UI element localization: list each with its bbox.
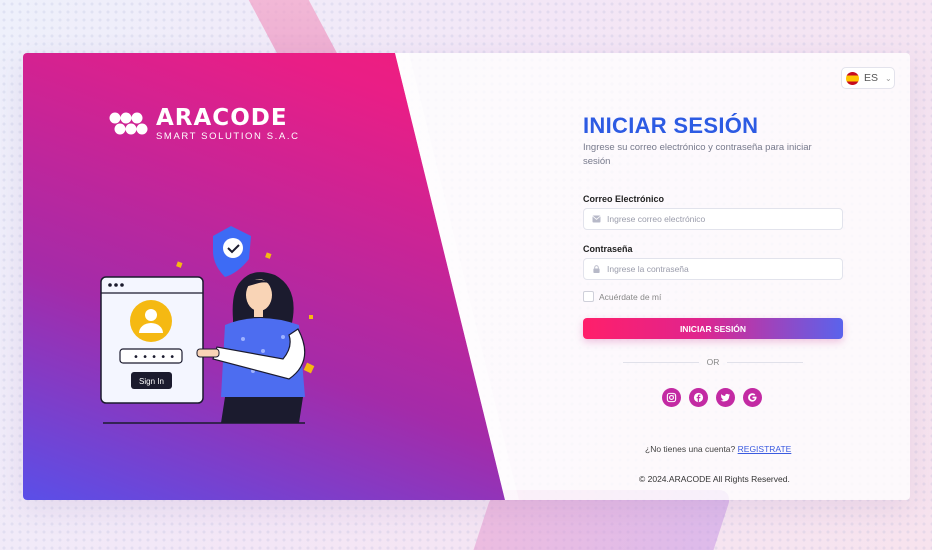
twitter-icon bbox=[720, 393, 731, 402]
login-card: ARACODE SMART SOLUTION S.A.C • • • • • S… bbox=[23, 53, 910, 500]
email-label: Correo Electrónico bbox=[583, 194, 665, 204]
spain-flag-icon bbox=[846, 71, 859, 85]
google-icon bbox=[748, 393, 757, 402]
twitter-login-button[interactable] bbox=[716, 388, 735, 407]
email-field-wrapper bbox=[583, 208, 843, 230]
footer-copyright: © 2024.ARACODE All Rights Reserved. bbox=[639, 474, 790, 484]
browser-window: • • • • • Sign In bbox=[100, 276, 204, 404]
shield-check-icon bbox=[213, 226, 251, 277]
login-form-panel: ES ⌄ INICIAR SESIÓN Ingrese su correo el… bbox=[583, 53, 910, 500]
brand-tagline: SMART SOLUTION S.A.C bbox=[156, 131, 300, 142]
or-divider: OR bbox=[623, 357, 803, 367]
or-label: OR bbox=[706, 357, 720, 367]
google-login-button[interactable] bbox=[743, 388, 762, 407]
brand-logo: ARACODE SMART SOLUTION S.A.C bbox=[108, 107, 300, 142]
illustration-sign-in-label: Sign In bbox=[139, 377, 164, 386]
facebook-login-button[interactable] bbox=[689, 388, 708, 407]
page-title: INICIAR SESIÓN bbox=[583, 113, 759, 138]
social-login-buttons bbox=[662, 388, 762, 407]
login-illustration: • • • • • Sign In bbox=[100, 226, 315, 424]
instagram-icon bbox=[666, 392, 677, 403]
password-field-wrapper bbox=[583, 258, 843, 280]
signup-prompt: ¿No tienes una cuenta? REGISTRATE bbox=[645, 444, 791, 454]
remember-me-label: Acuérdate de mí bbox=[599, 291, 662, 302]
envelope-icon bbox=[592, 215, 601, 223]
brand-name: ARACODE bbox=[156, 105, 288, 131]
language-selector[interactable]: ES ⌄ bbox=[841, 67, 895, 89]
login-submit-button[interactable]: INICIAR SESIÓN bbox=[583, 318, 843, 339]
woman-figure bbox=[196, 272, 306, 423]
chevron-down-icon: ⌄ bbox=[885, 73, 892, 83]
password-label: Contraseña bbox=[583, 244, 633, 254]
language-code: ES bbox=[864, 72, 879, 84]
remember-me-checkbox[interactable] bbox=[583, 291, 594, 302]
instagram-login-button[interactable] bbox=[662, 388, 681, 407]
signup-prompt-text: ¿No tienes una cuenta? bbox=[645, 444, 736, 454]
email-field[interactable] bbox=[607, 214, 827, 224]
page-subtitle: Ingrese su correo electrónico y contrase… bbox=[583, 142, 812, 167]
aracode-logo-icon bbox=[109, 112, 148, 135]
register-link[interactable]: REGISTRATE bbox=[738, 444, 792, 454]
remember-me[interactable]: Acuérdate de mí bbox=[583, 291, 661, 302]
lock-icon bbox=[593, 265, 600, 273]
illustration-password-mask: • • • • • bbox=[133, 352, 175, 363]
facebook-icon bbox=[693, 392, 704, 403]
password-field[interactable] bbox=[607, 264, 827, 274]
